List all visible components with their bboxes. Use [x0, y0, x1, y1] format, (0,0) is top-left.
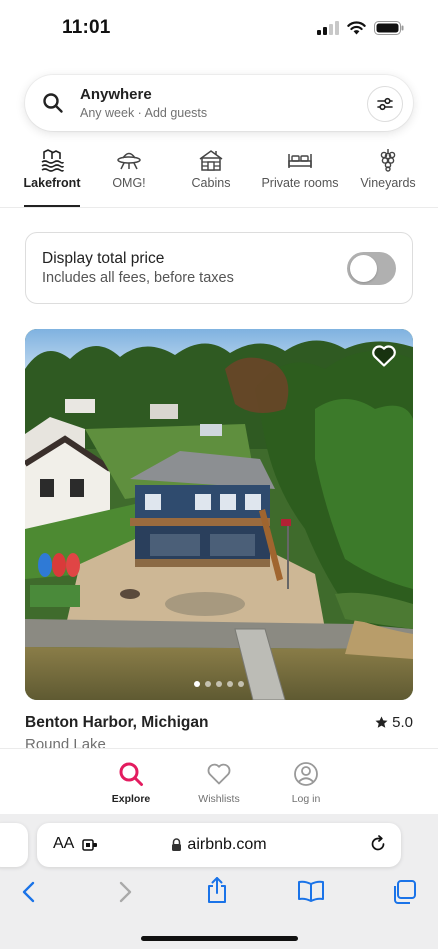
lock-icon	[172, 838, 182, 851]
ufo-house-icon	[117, 152, 141, 170]
share-icon[interactable]	[205, 876, 229, 904]
home-indicator	[141, 936, 298, 941]
lakefront-icon	[41, 149, 64, 172]
search-subtitle: Any week · Add guests	[80, 106, 208, 120]
browser-toolbar: AA airbnb.com	[0, 814, 438, 949]
price-toggle-subtitle: Includes all fees, before taxes	[42, 270, 234, 286]
rating-value: 5.0	[392, 714, 413, 731]
filters-icon	[377, 97, 393, 111]
tabs-icon[interactable]	[391, 879, 417, 905]
forward-icon[interactable]	[116, 880, 134, 904]
nav-explore[interactable]: Explore	[91, 761, 171, 805]
pagination-dot	[216, 681, 222, 687]
category-lakefront[interactable]: Lakefront	[24, 140, 80, 208]
category-label: OMG!	[112, 176, 146, 190]
status-bar: 11:01	[0, 0, 438, 58]
pagination-dot	[227, 681, 233, 687]
status-icons	[317, 21, 404, 35]
bottom-nav: Explore Wishlists Log in	[0, 748, 438, 814]
nav-log-in[interactable]: Log in	[266, 761, 346, 805]
category-bar: Lakefront OMG! Cabins Private rooms Vine…	[0, 140, 438, 208]
user-icon	[294, 762, 318, 786]
cellular-signal-icon	[317, 21, 339, 35]
listing-photo[interactable]	[25, 329, 413, 700]
toggle-knob	[350, 255, 377, 282]
pagination-dot	[194, 681, 200, 687]
listing-rating: 5.0	[375, 714, 413, 731]
nav-label: Explore	[111, 793, 151, 805]
heart-icon	[372, 345, 396, 367]
price-toggle-title: Display total price	[42, 250, 165, 267]
category-label: Lakefront	[23, 176, 81, 190]
heart-icon	[207, 763, 231, 785]
nav-label: Wishlists	[198, 793, 240, 805]
listing-location[interactable]: Benton Harbor, Michigan	[25, 714, 208, 732]
wifi-icon	[347, 21, 366, 35]
category-private-rooms[interactable]: Private rooms	[258, 140, 342, 208]
listing-subtitle: Round Lake	[25, 736, 106, 748]
filters-button[interactable]	[367, 86, 403, 122]
reload-icon[interactable]	[369, 835, 387, 853]
previous-tab-preview[interactable]	[0, 823, 28, 867]
battery-icon	[374, 21, 404, 35]
grapes-icon	[380, 149, 396, 172]
photo-pagination	[25, 681, 413, 687]
category-omg[interactable]: OMG!	[102, 140, 156, 208]
save-to-wishlist-button[interactable]	[371, 344, 397, 373]
category-label: Vineyards	[360, 176, 416, 190]
listing-image	[25, 329, 413, 700]
pagination-dot	[205, 681, 211, 687]
bookmarks-icon[interactable]	[297, 879, 325, 903]
address-bar[interactable]: AA airbnb.com	[37, 823, 401, 867]
total-price-toggle[interactable]	[347, 252, 396, 285]
category-vineyards[interactable]: Vineyards	[358, 140, 418, 208]
pagination-dot	[238, 681, 244, 687]
bed-icon	[288, 154, 312, 168]
search-bar[interactable]: Anywhere Any week · Add guests	[25, 75, 413, 131]
star-icon	[375, 716, 388, 728]
url-display: airbnb.com	[37, 836, 401, 854]
category-label: Private rooms	[261, 176, 339, 190]
search-title: Anywhere	[80, 86, 152, 103]
nav-label: Log in	[291, 793, 321, 805]
url-text: airbnb.com	[187, 836, 267, 853]
nav-wishlists[interactable]: Wishlists	[179, 761, 259, 805]
back-icon[interactable]	[20, 880, 38, 904]
status-time: 11:01	[62, 17, 111, 38]
search-icon	[43, 93, 63, 113]
search-icon	[119, 762, 143, 786]
display-total-price-card: Display total price Includes all fees, b…	[25, 232, 413, 304]
category-cabins[interactable]: Cabins	[184, 140, 238, 208]
category-label: Cabins	[191, 176, 231, 190]
cabin-icon	[199, 150, 223, 171]
